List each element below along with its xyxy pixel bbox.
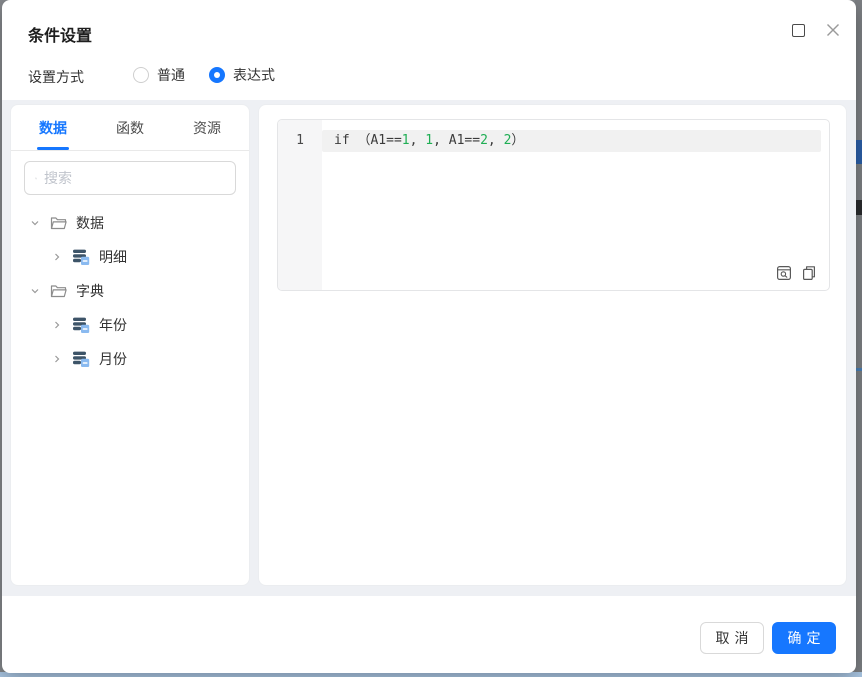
tree-node-month-table[interactable]: 月份 — [11, 342, 249, 376]
chevron-down-icon[interactable] — [29, 218, 41, 228]
background-edge — [855, 0, 862, 672]
tab-label: 数据 — [39, 119, 67, 136]
tree-node-dictionary-folder[interactable]: 字典 — [11, 274, 249, 308]
code-segment: A1== — [448, 133, 481, 148]
left-panel: 数据 函数 资源 搜索 数据 明细 字典 年份 月份 — [10, 104, 250, 586]
copy-button[interactable] — [801, 265, 817, 281]
editor-gutter: 1 — [278, 120, 322, 290]
tree-node-data-folder[interactable]: 数据 — [11, 206, 249, 240]
tree-node-label: 年份 — [99, 317, 127, 333]
radio-label: 普通 — [157, 67, 185, 83]
code-segment: 2 — [480, 133, 488, 148]
code-editor[interactable]: 1 if （A1==1, 1, A1==2, 2） — [277, 119, 830, 291]
folder-icon — [50, 284, 67, 297]
tree-node-label: 月份 — [99, 351, 127, 367]
line-number: 1 — [296, 133, 304, 148]
tree-node-label: 明细 — [99, 249, 127, 265]
copy-icon — [802, 266, 815, 281]
close-button[interactable] — [824, 21, 842, 39]
tab-data[interactable]: 数据 — [37, 105, 69, 150]
chevron-right-icon[interactable] — [51, 320, 63, 330]
search-box[interactable] — [24, 161, 236, 195]
background-artifact — [855, 200, 862, 215]
tree-node-label: 字典 — [76, 283, 104, 299]
code-segment: 1 — [401, 133, 410, 148]
radio-option-normal[interactable]: 普通 — [133, 65, 185, 85]
confirm-button[interactable]: 确定 — [772, 622, 836, 654]
tab-label: 函数 — [116, 119, 144, 136]
background-artifact — [855, 368, 862, 371]
table-icon — [73, 317, 90, 333]
cancel-button[interactable]: 取消 — [700, 622, 764, 654]
code-segment: , — [487, 133, 504, 148]
dialog-title: 条件设置 — [28, 28, 93, 45]
close-icon — [827, 24, 839, 36]
settings-method-label: 设置方式 — [28, 69, 84, 85]
preview-icon — [777, 266, 792, 281]
tab-resources[interactable]: 资源 — [193, 105, 221, 150]
maximize-icon — [791, 23, 805, 37]
tree-node-year-table[interactable]: 年份 — [11, 308, 249, 342]
editor-toolbar — [776, 265, 817, 281]
tree-node-label: 数据 — [76, 215, 104, 231]
chevron-down-icon[interactable] — [29, 286, 41, 296]
search-icon — [35, 177, 37, 179]
radio-selected-icon[interactable] — [209, 67, 225, 83]
code-segment: , — [409, 133, 426, 148]
code-segment: 1 — [425, 133, 434, 148]
tab-functions[interactable]: 函数 — [116, 105, 144, 150]
folder-icon — [50, 216, 67, 229]
data-tree: 数据 明细 字典 年份 月份 — [11, 206, 249, 376]
code-segment: if （A1== — [334, 133, 402, 148]
code-segment: ） — [511, 133, 525, 148]
dialog-content-area: 数据 函数 资源 搜索 数据 明细 字典 年份 月份 1 if （A1==1, … — [2, 100, 856, 596]
code-segment: , — [433, 133, 449, 148]
search-input[interactable] — [44, 170, 225, 186]
radio-option-expression[interactable]: 表达式 — [209, 65, 275, 85]
settings-method-options: 普通 表达式 — [133, 60, 275, 90]
preview-button[interactable] — [776, 265, 792, 281]
settings-method-row: 设置方式 普通 表达式 — [2, 60, 856, 90]
table-icon — [73, 351, 90, 367]
chevron-right-icon[interactable] — [51, 252, 63, 262]
expression-panel: 1 if （A1==1, 1, A1==2, 2） — [258, 104, 847, 586]
left-panel-tabs: 数据 函数 资源 — [11, 105, 249, 151]
radio-label: 表达式 — [233, 67, 275, 83]
table-icon — [73, 249, 90, 265]
tab-label: 资源 — [193, 119, 221, 136]
chevron-right-icon[interactable] — [51, 354, 63, 364]
code-line[interactable]: if （A1==1, 1, A1==2, 2） — [334, 130, 524, 152]
tree-node-detail-table[interactable]: 明细 — [11, 240, 249, 274]
background-artifact — [855, 140, 862, 164]
radio-unselected-icon[interactable] — [133, 67, 149, 83]
condition-settings-dialog: 条件设置 设置方式 普通 表达式 数据 函数 资源 搜索 数据 明细 字典 年份… — [2, 0, 856, 673]
active-tab-underline — [37, 147, 69, 150]
maximize-button[interactable] — [789, 21, 807, 39]
